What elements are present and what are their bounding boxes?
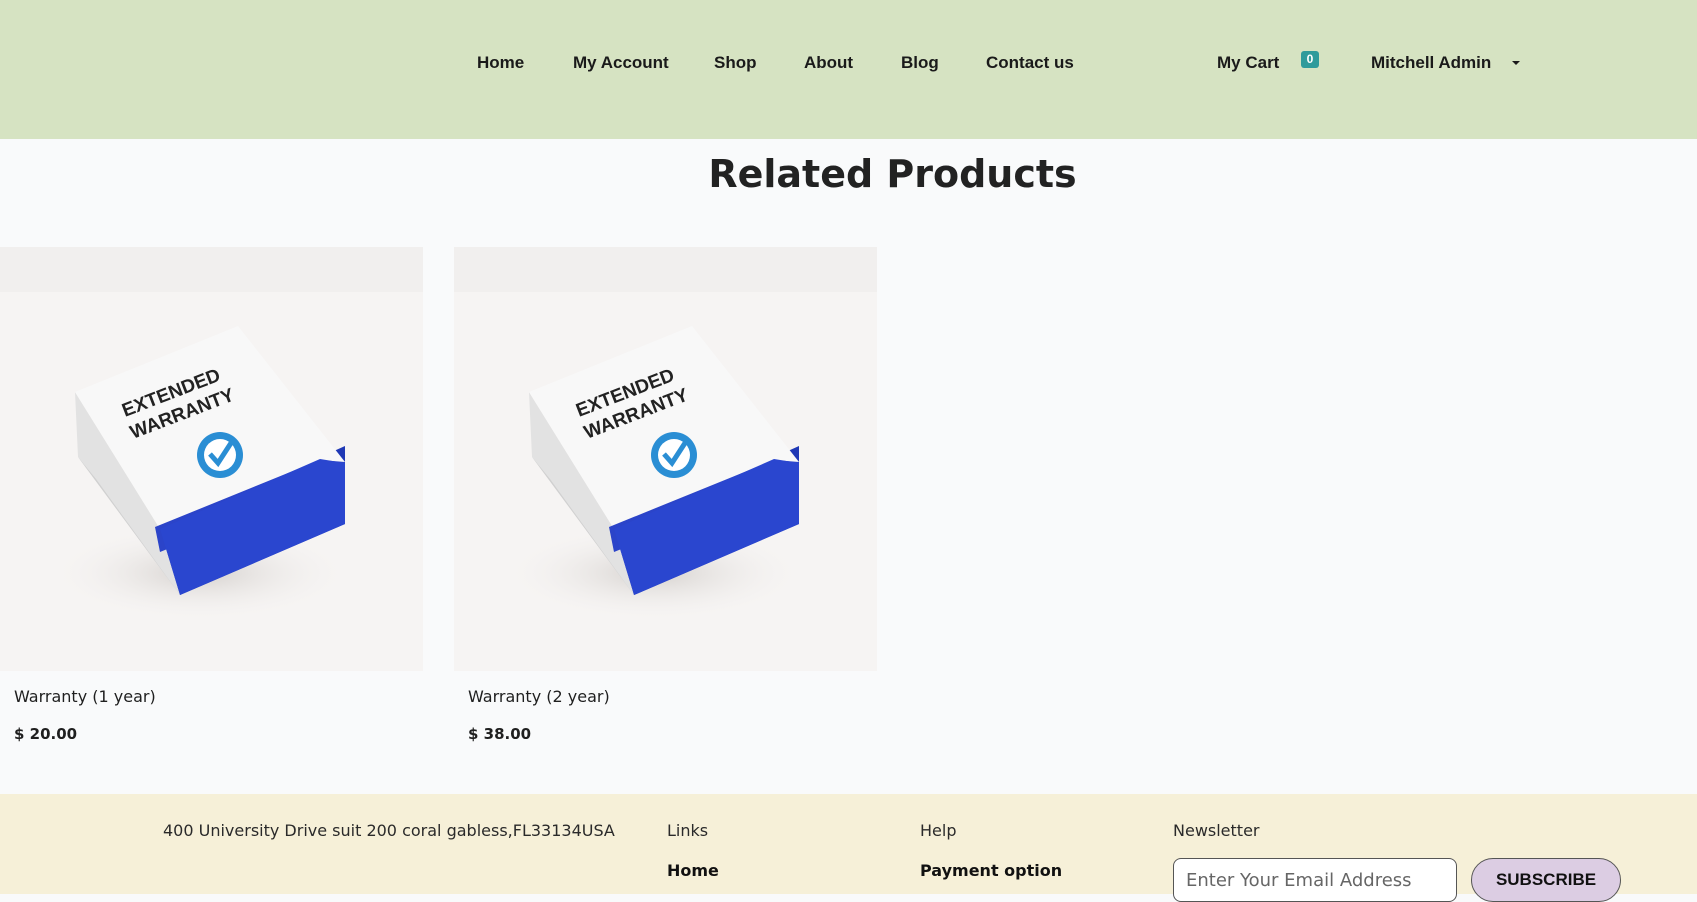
product-card[interactable]: EXTENDED WARRANTY Warranty (1 year) $ 20…: [0, 247, 423, 743]
footer-links-heading: Links: [667, 821, 709, 840]
site-footer: 400 University Drive suit 200 coral gabl…: [0, 794, 1697, 902]
footer-help-heading: Help: [920, 821, 957, 840]
product-image[interactable]: EXTENDED WARRANTY: [0, 247, 423, 671]
warranty-box-image: EXTENDED WARRANTY: [0, 247, 423, 621]
footer-link-payment-option[interactable]: Payment option: [920, 861, 1062, 880]
nav-home[interactable]: Home: [477, 53, 524, 73]
nav-my-account[interactable]: My Account: [573, 53, 669, 73]
product-price: $ 38.00: [468, 725, 532, 743]
footer-link-home[interactable]: Home: [667, 861, 719, 880]
nav-about[interactable]: About: [804, 53, 853, 73]
cart-count-badge: 0: [1301, 51, 1319, 68]
nav-contact-us[interactable]: Contact us: [986, 53, 1074, 73]
user-menu[interactable]: Mitchell Admin: [1371, 53, 1491, 73]
nav-blog[interactable]: Blog: [901, 53, 939, 73]
footer-newsletter-heading: Newsletter: [1173, 821, 1260, 840]
product-name[interactable]: Warranty (2 year): [468, 687, 610, 706]
footer-address: 400 University Drive suit 200 coral gabl…: [163, 821, 615, 840]
subscribe-button[interactable]: SUBSCRIBE: [1471, 858, 1621, 902]
warranty-box-image: EXTENDED WARRANTY: [454, 247, 877, 621]
nav-shop[interactable]: Shop: [714, 53, 757, 73]
product-image[interactable]: EXTENDED WARRANTY: [454, 247, 877, 671]
product-name[interactable]: Warranty (1 year): [14, 687, 156, 706]
product-price: $ 20.00: [14, 725, 78, 743]
caret-down-icon[interactable]: [1512, 61, 1520, 65]
site-header: Home My Account Shop About Blog Contact …: [0, 0, 1697, 139]
section-title: Related Products: [708, 152, 1077, 196]
newsletter-email-input[interactable]: [1173, 858, 1457, 902]
cart-link[interactable]: My Cart: [1217, 53, 1279, 73]
product-card[interactable]: EXTENDED WARRANTY Warranty (2 year) $ 38…: [454, 247, 877, 743]
